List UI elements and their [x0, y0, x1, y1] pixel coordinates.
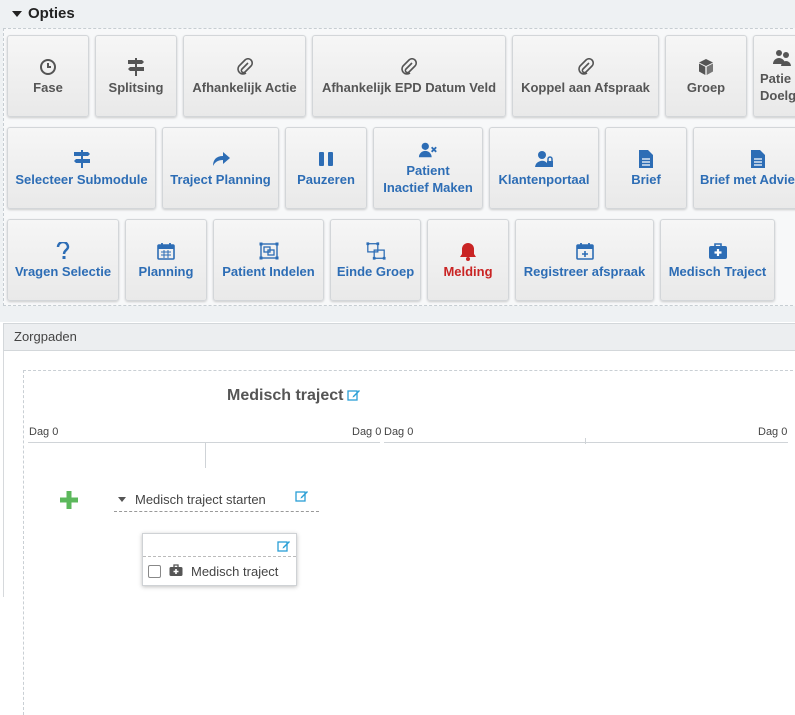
signpost-icon — [126, 57, 146, 77]
step-medisch-traject-starten[interactable]: Medisch traject starten — [114, 487, 319, 512]
card-header — [143, 534, 296, 557]
question-icon — [53, 241, 73, 261]
patient-inactief-maken-button[interactable]: Patient Inactief Maken — [373, 127, 483, 209]
clock-icon — [38, 57, 58, 77]
edit-icon[interactable] — [295, 489, 309, 505]
koppel-aan-afspraak-button[interactable]: Koppel aan Afspraak — [512, 35, 659, 117]
brief-met-advies-button[interactable]: Brief met Advie — [693, 127, 795, 209]
registreer-afspraak-button[interactable]: Registreer afspraak — [515, 219, 654, 301]
paperclip-icon — [235, 57, 255, 77]
zorgpaden-title: Zorgpaden — [14, 329, 77, 344]
patient-indelen-button[interactable]: Patient Indelen — [213, 219, 324, 301]
edit-icon[interactable] — [347, 388, 361, 406]
traject-planning-button[interactable]: Traject Planning — [162, 127, 279, 209]
klantenportaal-button[interactable]: Klantenportaal — [489, 127, 599, 209]
patient-doelgroep-button[interactable]: Patie Doelg — [753, 35, 795, 117]
calendar-plus-icon — [575, 241, 595, 261]
timeline-marker — [205, 443, 206, 468]
caret-down-icon — [12, 10, 22, 17]
bell-icon — [458, 241, 478, 261]
splitsing-button[interactable]: Splitsing — [95, 35, 177, 117]
planning-button[interactable]: Planning — [125, 219, 207, 301]
add-step-icon[interactable] — [59, 490, 79, 515]
opties-title: Opties — [28, 5, 75, 22]
fase-button[interactable]: Fase — [7, 35, 89, 117]
vragen-selectie-button[interactable]: Vragen Selectie — [7, 219, 119, 301]
document-icon — [636, 149, 656, 169]
card-item-label: Medisch traject — [191, 564, 279, 579]
einde-groep-button[interactable]: Einde Groep — [330, 219, 421, 301]
afhankelijk-epd-datum-veld-button[interactable]: Afhankelijk EPD Datum Veld — [312, 35, 506, 117]
edit-icon[interactable] — [277, 539, 291, 557]
document-icon — [748, 149, 768, 169]
opties-toggle[interactable]: Opties — [12, 5, 75, 22]
timeline-left-start-label: Dag 0 — [29, 426, 59, 438]
caret-down-icon[interactable] — [118, 496, 126, 502]
brief-button[interactable]: Brief — [605, 127, 687, 209]
afhankelijk-actie-button[interactable]: Afhankelijk Actie — [183, 35, 306, 117]
medkit-icon — [169, 564, 183, 579]
paperclip-icon — [399, 57, 419, 77]
medkit-icon — [708, 241, 728, 261]
timeline-right-start-label: Dag 0 — [384, 426, 414, 438]
user-remove-icon — [418, 140, 438, 160]
share-arrow-icon — [211, 149, 231, 169]
users-icon — [772, 48, 792, 68]
step-card: Medisch traject — [142, 533, 297, 586]
cube-icon — [696, 57, 716, 77]
timeline-left-axis — [28, 442, 380, 443]
zorgpad-canvas — [23, 370, 795, 715]
selecteer-submodule-button[interactable]: Selecteer Submodule — [7, 127, 156, 209]
signpost-icon — [72, 149, 92, 169]
zorgpaden-header: Zorgpaden — [3, 323, 795, 351]
timeline-left-end-label: Dag 0 — [352, 426, 382, 438]
timeline-tick — [585, 438, 586, 444]
pause-icon — [316, 149, 336, 169]
calendar-icon — [156, 241, 176, 261]
item-checkbox[interactable] — [148, 565, 161, 578]
paperclip-icon — [576, 57, 596, 77]
traject-title: Medisch traject — [227, 386, 361, 406]
medisch-traject-button[interactable]: Medisch Traject — [660, 219, 775, 301]
groep-button[interactable]: Groep — [665, 35, 747, 117]
timeline-right-axis — [384, 442, 788, 443]
object-group-icon — [259, 241, 279, 261]
user-lock-icon — [534, 149, 554, 169]
timeline-right-end-label: Dag 0 — [758, 426, 788, 438]
card-item: Medisch traject — [143, 557, 296, 586]
object-ungroup-icon — [365, 241, 386, 261]
melding-button[interactable]: Melding — [427, 219, 509, 301]
pauzeren-button[interactable]: Pauzeren — [285, 127, 367, 209]
step-label: Medisch traject starten — [135, 491, 266, 507]
